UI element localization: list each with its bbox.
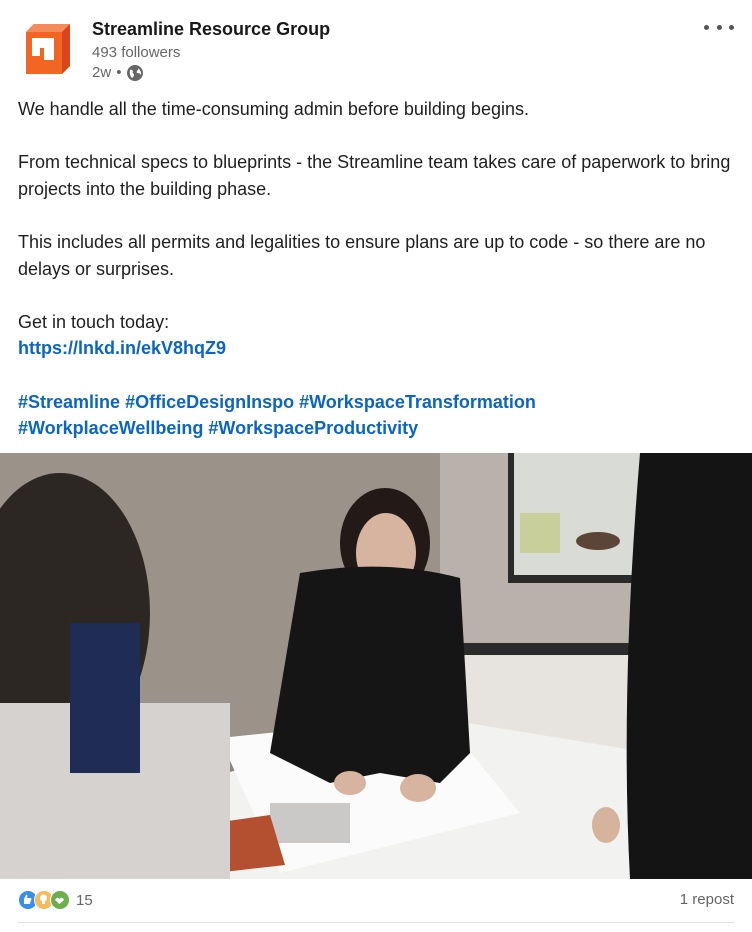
post-link[interactable]: https://lnkd.in/ekV8hqZ9 [18, 338, 226, 358]
post-paragraph: This includes all permits and legalities… [18, 231, 706, 279]
hashtag[interactable]: #WorkspaceTransformation [299, 392, 536, 412]
post-image[interactable] [0, 453, 752, 879]
post-paragraph: From technical specs to blueprints - the… [18, 152, 731, 199]
globe-icon [126, 64, 144, 82]
hashtag[interactable]: #WorkplaceWellbeing [18, 418, 203, 438]
post-header: Streamline Resource Group 493 followers … [0, 0, 752, 92]
hashtag[interactable]: #WorkspaceProductivity [208, 418, 418, 438]
post-paragraph: We handle all the time-consuming admin b… [18, 99, 529, 119]
company-logo[interactable] [22, 18, 78, 74]
reaction-summary[interactable]: 15 [18, 890, 93, 910]
post-body: We handle all the time-consuming admin b… [18, 96, 734, 442]
footer-divider [18, 922, 734, 923]
hashtag[interactable]: #Streamline [18, 392, 120, 412]
follower-count: 493 followers [92, 44, 181, 61]
post-cta: Get in touch today: https://lnkd.in/ekV8… [18, 309, 734, 362]
more-options-icon[interactable] [704, 18, 734, 36]
meta-separator: • [116, 64, 122, 81]
repost-count[interactable]: 1 repost [680, 891, 734, 908]
reaction-count: 15 [76, 891, 93, 909]
post-meta: 2w • [92, 63, 144, 83]
hashtag[interactable]: #OfficeDesignInspo [125, 392, 294, 412]
hashtag-list: #Streamline #OfficeDesignInspo #Workspac… [18, 389, 734, 442]
post-footer: 15 1 repost [0, 879, 752, 932]
post-time: 2w [92, 64, 112, 81]
company-name[interactable]: Streamline Resource Group [92, 18, 330, 40]
cta-text: Get in touch today: [18, 311, 170, 332]
support-icon [50, 890, 70, 910]
